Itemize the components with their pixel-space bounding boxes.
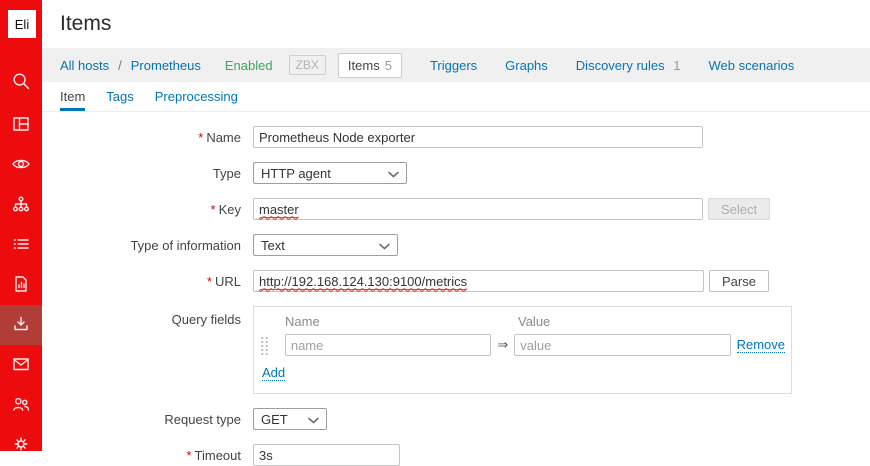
url-input-value: http://192.168.124.130:9100/metrics: [259, 274, 467, 289]
key-input-value: master: [259, 202, 299, 217]
query-fields-label: Query fields: [42, 306, 241, 327]
key-label: *Key: [42, 202, 241, 217]
drag-handle-icon[interactable]: [260, 335, 269, 355]
required-marker: *: [198, 130, 203, 145]
required-marker: *: [207, 274, 212, 289]
form-row-name: *Name: [42, 126, 870, 148]
required-marker: *: [186, 448, 191, 463]
query-field-value-input[interactable]: [514, 334, 730, 356]
form-row-timeout: *Timeout: [42, 444, 870, 466]
sidebar-item-administration[interactable]: [0, 425, 42, 465]
form-row-type: Type HTTP agent: [42, 162, 870, 184]
request-type-select-value: GET: [261, 412, 288, 427]
form-row-query-fields: Query fields Name Value ⇒ Remove Add: [42, 306, 870, 394]
host-nav-items[interactable]: Items 5: [338, 53, 402, 78]
key-input[interactable]: master: [253, 198, 703, 220]
page-header: Items: [42, 0, 870, 48]
users-icon: [11, 394, 31, 417]
breadcrumb-host-link[interactable]: Prometheus: [131, 58, 201, 73]
host-nav-items-count: 5: [385, 58, 392, 73]
breadcrumb-all-hosts-link[interactable]: All hosts: [60, 58, 109, 73]
request-type-label: Request type: [42, 412, 241, 427]
type-of-information-select-value: Text: [261, 238, 285, 253]
host-nav-discovery-rules[interactable]: Discovery rules 1: [576, 58, 681, 73]
maps-to-arrow-icon: ⇒: [491, 337, 514, 353]
query-field-row: ⇒ Remove: [257, 334, 785, 356]
url-parse-button[interactable]: Parse: [709, 270, 769, 292]
form-tabs: Item Tags Preprocessing: [42, 82, 870, 112]
dashboards-icon: [11, 114, 31, 137]
sidebar-item-users[interactable]: [0, 385, 42, 425]
chevron-down-icon: [379, 238, 390, 253]
page-title: Items: [60, 12, 111, 36]
name-input[interactable]: [253, 126, 703, 148]
query-fields-value-header: Value: [518, 314, 550, 329]
sidebar: Eli: [0, 0, 42, 451]
form-row-key: *Key master Select: [42, 198, 870, 220]
breadcrumb: All hosts / Prometheus Enabled ZBX Items…: [42, 48, 870, 82]
form-row-type-of-information: Type of information Text: [42, 234, 870, 256]
sidebar-item-search[interactable]: [0, 62, 42, 102]
sidebar-item-reports[interactable]: [0, 265, 42, 305]
main-content: Items All hosts / Prometheus Enabled ZBX…: [42, 0, 870, 466]
envelope-icon: [11, 354, 31, 377]
name-label: *Name: [42, 130, 241, 145]
sidebar-menu: [0, 62, 42, 465]
host-status-label: Enabled: [225, 58, 273, 73]
report-chart-icon: [11, 274, 31, 297]
query-fields-headers: Name Value: [285, 314, 785, 329]
required-marker: *: [211, 202, 216, 217]
sidebar-item-data-collection[interactable]: [0, 305, 42, 345]
eye-icon: [11, 154, 31, 177]
type-of-information-label: Type of information: [42, 238, 241, 253]
query-field-remove-link[interactable]: Remove: [737, 337, 785, 353]
tab-preprocessing[interactable]: Preprocessing: [155, 82, 238, 111]
query-field-name-input[interactable]: [285, 334, 491, 356]
query-fields-name-header: Name: [285, 314, 518, 329]
download-icon: [11, 314, 31, 337]
host-nav-items-label: Items: [348, 58, 380, 73]
host-nav-web-scenarios[interactable]: Web scenarios: [709, 58, 795, 73]
gear-icon: [11, 434, 31, 457]
request-type-select[interactable]: GET: [253, 408, 327, 430]
host-nav-discovery-rules-count: 1: [673, 58, 680, 73]
sidebar-item-services[interactable]: [0, 185, 42, 225]
sidebar-item-dashboards[interactable]: [0, 105, 42, 145]
query-fields-add-row: Add: [262, 365, 785, 381]
sidebar-item-inventory[interactable]: [0, 225, 42, 265]
tab-tags[interactable]: Tags: [106, 82, 133, 111]
type-of-information-select[interactable]: Text: [253, 234, 398, 256]
tab-item[interactable]: Item: [60, 82, 85, 111]
type-select-value: HTTP agent: [261, 166, 331, 181]
form-row-request-type: Request type GET: [42, 408, 870, 430]
timeout-input[interactable]: [253, 444, 400, 466]
chevron-down-icon: [308, 412, 319, 427]
url-input[interactable]: http://192.168.124.130:9100/metrics: [253, 270, 704, 292]
query-field-add-link[interactable]: Add: [262, 365, 285, 381]
host-nav-discovery-rules-label: Discovery rules: [576, 58, 665, 73]
query-fields-panel: Name Value ⇒ Remove Add: [253, 306, 792, 394]
form-row-url: *URL http://192.168.124.130:9100/metrics…: [42, 270, 870, 292]
list-icon: [11, 234, 31, 257]
sidebar-item-alerts[interactable]: [0, 345, 42, 385]
hierarchy-icon: [11, 194, 31, 217]
key-select-button[interactable]: Select: [708, 198, 770, 220]
item-form: *Name Type HTTP agent *Key master Select…: [42, 112, 870, 466]
breadcrumb-separator: /: [118, 58, 122, 73]
sidebar-item-monitoring[interactable]: [0, 145, 42, 185]
timeout-label: *Timeout: [42, 448, 241, 463]
type-label: Type: [42, 166, 241, 181]
zbx-availability-badge: ZBX: [289, 55, 326, 75]
host-nav-triggers[interactable]: Triggers: [430, 58, 477, 73]
url-label: *URL: [42, 274, 241, 289]
brand-logo[interactable]: Eli: [8, 10, 36, 38]
chevron-down-icon: [388, 166, 399, 181]
host-nav-graphs[interactable]: Graphs: [505, 58, 548, 73]
search-icon: [11, 71, 31, 94]
type-select[interactable]: HTTP agent: [253, 162, 407, 184]
